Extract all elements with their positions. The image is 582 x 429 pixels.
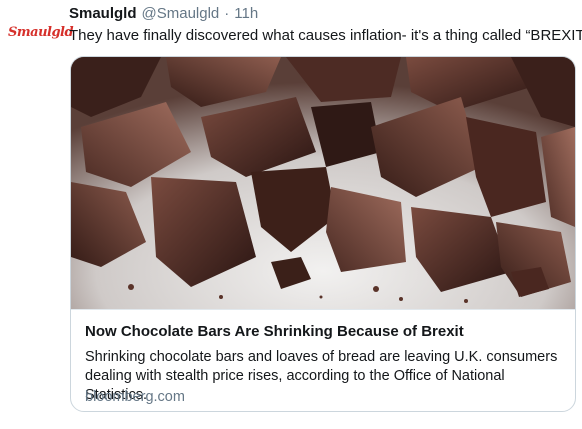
- display-name[interactable]: Smaulgld: [69, 5, 137, 22]
- timestamp[interactable]: 11h: [234, 5, 258, 22]
- avatar-logo-text: Smaulgld: [8, 24, 74, 40]
- card-image-chocolate[interactable]: [71, 57, 575, 309]
- tweet[interactable]: Smaulgld Smaulgld @Smaulgld · 11h They h…: [0, 0, 582, 429]
- card-body[interactable]: Now Chocolate Bars Are Shrinking Because…: [71, 309, 575, 411]
- user-handle[interactable]: @Smaulgld: [142, 5, 220, 22]
- link-card[interactable]: Now Chocolate Bars Are Shrinking Because…: [70, 56, 576, 412]
- separator-dot: ·: [224, 5, 230, 22]
- card-domain[interactable]: bloomberg.com: [85, 389, 185, 405]
- tweet-text: They have finally discovered what causes…: [69, 27, 582, 44]
- card-title[interactable]: Now Chocolate Bars Are Shrinking Because…: [85, 323, 464, 340]
- tweet-header: Smaulgld @Smaulgld · 11h: [69, 5, 258, 25]
- avatar[interactable]: Smaulgld: [8, 20, 74, 44]
